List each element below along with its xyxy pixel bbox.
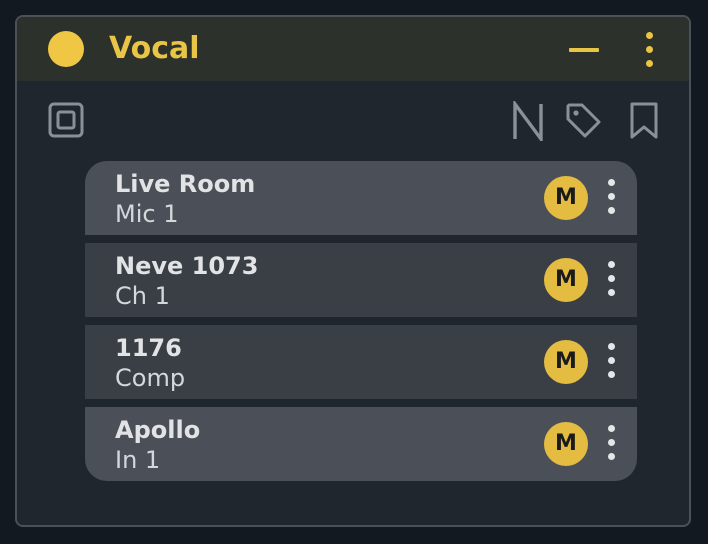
notes-icon[interactable] [511,101,547,141]
monitor-badge[interactable]: M [544,176,588,220]
list-item[interactable]: Apollo In 1 M [85,407,637,481]
item-name: Live Room [115,170,256,198]
kebab-dot [646,46,653,53]
item-detail: In 1 [115,446,161,474]
more-vertical-icon[interactable] [601,425,621,463]
more-vertical-icon[interactable] [601,261,621,299]
kebab-dot [608,439,615,446]
kebab-dot [608,371,615,378]
mono-stereo-icon[interactable] [48,102,86,140]
item-detail: Mic 1 [115,200,179,228]
monitor-badge[interactable]: M [544,422,588,466]
kebab-dot [608,289,615,296]
kebab-dot [608,193,615,200]
list-item[interactable]: 1176 Comp M [85,325,637,399]
item-detail: Ch 1 [115,282,170,310]
list-item[interactable]: Neve 1073 Ch 1 M [85,243,637,317]
monitor-badge[interactable]: M [544,258,588,302]
signal-chain-list: Live Room Mic 1 M Neve 1073 Ch 1 M 1176 … [85,161,637,481]
list-item[interactable]: Live Room Mic 1 M [85,161,637,235]
panel-header: Vocal [17,17,689,81]
kebab-dot [608,179,615,186]
kebab-dot [608,425,615,432]
kebab-dot [608,453,615,460]
track-title[interactable]: Vocal [109,31,200,67]
item-name: Neve 1073 [115,252,259,280]
kebab-dot [608,343,615,350]
more-vertical-icon[interactable] [601,179,621,217]
monitor-badge[interactable]: M [544,340,588,384]
minimize-icon[interactable] [569,48,599,52]
kebab-dot [646,32,653,39]
track-color-dot[interactable] [48,31,84,67]
kebab-dot [608,207,615,214]
kebab-dot [608,357,615,364]
kebab-dot [646,60,653,67]
item-name: Apollo [115,416,201,444]
tag-icon[interactable] [565,102,603,140]
item-detail: Comp [115,364,186,392]
track-panel: Vocal Live Room Mic 1 M Neve 1073 Ch 1 M… [15,15,691,527]
more-vertical-icon[interactable] [639,32,659,68]
bookmark-icon[interactable] [628,101,662,141]
item-name: 1176 [115,334,182,362]
kebab-dot [608,261,615,268]
kebab-dot [608,275,615,282]
more-vertical-icon[interactable] [601,343,621,381]
